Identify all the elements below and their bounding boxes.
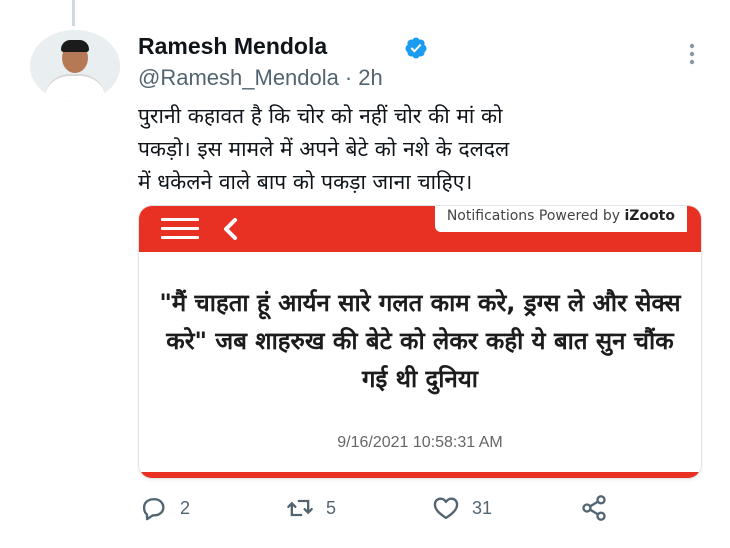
share-button[interactable] xyxy=(580,490,608,526)
handle-row: @Ramesh_Mendola · 2h xyxy=(138,65,389,91)
author-handle[interactable]: @Ramesh_Mendola xyxy=(138,65,339,90)
notification-brand: iZooto xyxy=(624,208,676,224)
retweet-count: 5 xyxy=(326,497,337,518)
embedded-image-card[interactable]: Notifications Powered by iZooto "मैं चाह… xyxy=(138,205,702,479)
tweet-actions: 2 5 31 xyxy=(0,490,730,526)
separator-dot: · xyxy=(344,65,353,90)
tweet-text: पुरानी कहावत है कि चोर को नहीं चोर की मा… xyxy=(138,104,510,194)
like-button[interactable]: 31 xyxy=(432,490,492,526)
card-timestamp: 9/16/2021 10:58:31 AM xyxy=(337,434,503,451)
heart-icon xyxy=(433,497,459,520)
reply-button[interactable]: 2 xyxy=(140,490,190,526)
chevron-left-icon xyxy=(224,218,237,240)
author-name[interactable]: Ramesh Mendola xyxy=(138,33,327,60)
card-headline: "मैं चाहता हूं आर्यन सारे गलत काम करे, ड… xyxy=(159,289,681,393)
hamburger-menu-icon xyxy=(161,218,199,240)
retweet-button[interactable]: 5 xyxy=(286,490,336,526)
reply-icon xyxy=(142,498,165,521)
tweet-timestamp[interactable]: 2h xyxy=(358,65,382,90)
more-dots-icon[interactable] xyxy=(680,42,704,66)
notification-banner: Notifications Powered by iZooto xyxy=(434,206,687,232)
avatar[interactable] xyxy=(30,30,120,102)
verified-badge-icon xyxy=(405,37,427,59)
like-count: 31 xyxy=(472,497,493,518)
notification-prefix: Notifications Powered by xyxy=(446,208,625,224)
retweet-icon xyxy=(287,499,313,517)
share-icon xyxy=(582,495,606,521)
thread-connector-line xyxy=(72,0,75,26)
card-bottom-bar xyxy=(139,472,701,478)
reply-count: 2 xyxy=(180,497,191,518)
card-header-bar: Notifications Powered by iZooto xyxy=(139,206,701,252)
